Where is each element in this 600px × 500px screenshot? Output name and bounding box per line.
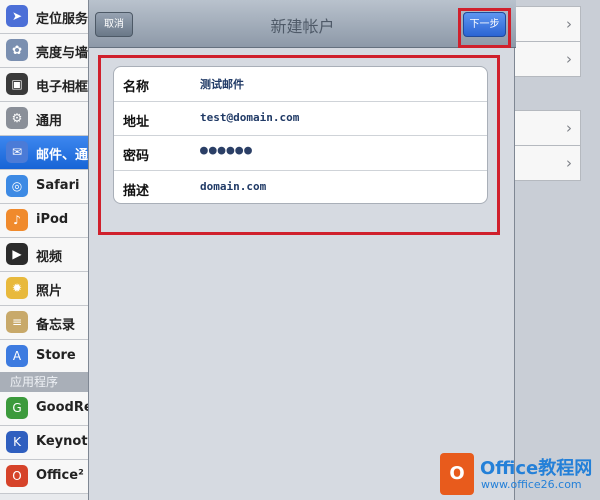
sidebar-item-label: iPod — [36, 212, 69, 227]
sidebar-item-ipod[interactable]: ♪ iPod — [0, 204, 96, 238]
sidebar-item-label: Store — [36, 348, 76, 363]
sidebar-item-safari[interactable]: ◎ Safari — [0, 170, 96, 204]
sidebar-item-label: GoodRe — [36, 400, 93, 415]
chevron-right-icon: › — [566, 119, 572, 137]
mail-icon: ✉ — [6, 141, 28, 163]
chevron-right-icon: › — [566, 154, 572, 172]
sidebar-item-label: 邮件、通 — [36, 148, 89, 163]
watermark-url: www.office26.com — [481, 478, 582, 491]
office-icon: O — [6, 465, 28, 487]
sidebar-item-label: 备忘录 — [36, 318, 76, 333]
sidebar-item-label: Office² H — [36, 468, 96, 483]
sidebar-item-notes[interactable]: ≡ 备忘录 — [0, 306, 96, 340]
sidebar-item-general[interactable]: ⚙ 通用 — [0, 102, 96, 136]
sidebar-item-label: 定位服务 — [36, 12, 89, 27]
sidebar-item-video[interactable]: ▶ 视频 — [0, 238, 96, 272]
modal-title: 新建帐户 — [270, 17, 335, 36]
background-row[interactable]: › — [515, 145, 581, 181]
sidebar-item-keynote[interactable]: K Keynote — [0, 426, 96, 460]
sidebar-item-goodreader[interactable]: G GoodRe — [0, 392, 96, 426]
notes-icon: ≡ — [6, 311, 28, 333]
picture-frame-icon: ▣ — [6, 73, 28, 95]
watermark: O Office教程网 www.office26.com — [430, 450, 600, 500]
safari-compass-icon: ◎ — [6, 175, 28, 197]
chevron-right-icon: › — [566, 50, 572, 68]
sidebar-item-store[interactable]: A Store — [0, 340, 96, 374]
sidebar-item-location[interactable]: ➤ 定位服务 — [0, 0, 96, 34]
sidebar-item-label: 亮度与墙 — [36, 46, 89, 61]
sidebar-item-label: 照片 — [36, 284, 63, 299]
background-row[interactable]: › — [515, 6, 581, 42]
keynote-icon: K — [6, 431, 28, 453]
location-arrow-icon: ➤ — [6, 5, 28, 27]
gear-icon: ⚙ — [6, 107, 28, 129]
sidebar-item-photos[interactable]: ✹ 照片 — [0, 272, 96, 306]
office-logo-icon: O — [440, 453, 474, 495]
video-icon: ▶ — [6, 243, 28, 265]
next-button-highlight — [458, 8, 511, 48]
ipod-icon: ♪ — [6, 209, 28, 231]
sidebar-item-label: Safari — [36, 178, 80, 193]
form-highlight — [98, 55, 500, 235]
settings-sidebar: ➤ 定位服务 ✿ 亮度与墙 ▣ 电子相框 ⚙ 通用 ✉ 邮件、通 ◎ Safar… — [0, 0, 96, 500]
chevron-right-icon: › — [566, 15, 572, 33]
app-store-icon: A — [6, 345, 28, 367]
flower-brightness-icon: ✿ — [6, 39, 28, 61]
photos-sunflower-icon: ✹ — [6, 277, 28, 299]
goodreader-icon: G — [6, 397, 28, 419]
section-header-apps: 应用程序 — [0, 372, 96, 392]
sidebar-item-label: 电子相框 — [36, 80, 89, 95]
modal-navbar: 取消 新建帐户 下一步 — [89, 0, 516, 48]
sidebar-item-label: 通用 — [36, 114, 63, 129]
sidebar-item-brightness[interactable]: ✿ 亮度与墙 — [0, 34, 96, 68]
watermark-title: Office教程网 — [480, 458, 593, 479]
sidebar-item-label: 视频 — [36, 250, 63, 265]
sidebar-item-mail[interactable]: ✉ 邮件、通 — [0, 136, 96, 170]
background-row[interactable]: › — [515, 110, 581, 146]
sidebar-item-office[interactable]: O Office² H — [0, 460, 96, 494]
background-row[interactable]: › — [515, 41, 581, 77]
sidebar-item-label: Keynote — [36, 434, 96, 449]
sidebar-item-picture-frame[interactable]: ▣ 电子相框 — [0, 68, 96, 102]
